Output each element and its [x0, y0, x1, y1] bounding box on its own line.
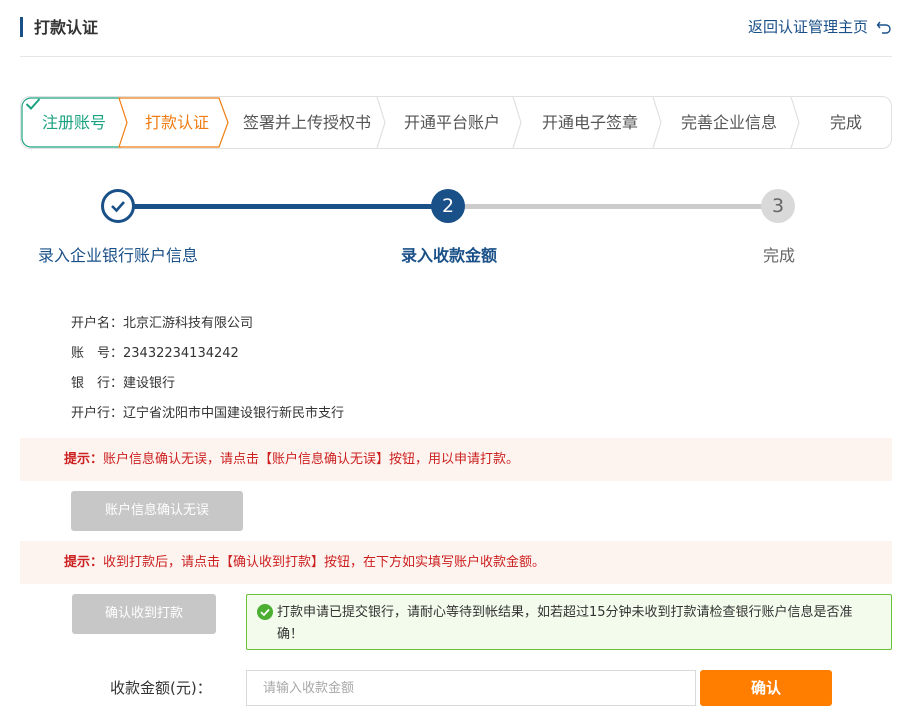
branch-row: 开户行：辽宁省沈阳市中国建设银行新民市支行 — [71, 403, 344, 433]
sub-step-progress: 2 3 录入企业银行账户信息 录入收款金额 完成 — [0, 185, 912, 275]
account-number-row: 账 号：23432234134242 — [71, 343, 344, 373]
page-header: 打款认证 返回认证管理主页 — [20, 0, 892, 57]
progress-line-pending — [448, 204, 778, 209]
branch-value: 辽宁省沈阳市中国建设银行新民市支行 — [123, 406, 345, 421]
progress-line-completed — [118, 204, 448, 209]
check-circle-icon — [257, 604, 273, 620]
confirm-button[interactable]: 确认 — [700, 670, 832, 706]
step-2-label: 录入收款金额 — [401, 246, 498, 265]
check-icon — [111, 201, 125, 213]
tab-register-account[interactable]: 注册账号 — [25, 97, 123, 148]
tab-finish[interactable]: 完成 — [803, 97, 889, 148]
account-name-value: 北京汇游科技有限公司 — [123, 316, 254, 331]
notice-tip-label: 提示： — [64, 555, 104, 570]
tab-open-platform-account[interactable]: 开通平台账户 — [387, 97, 517, 148]
account-info: 开户名：北京汇游科技有限公司 账 号：23432234134242 银 行：建设… — [71, 313, 344, 433]
step-3-label: 完成 — [763, 246, 796, 265]
confirm-account-info-button[interactable]: 账户信息确认无误 — [71, 491, 243, 531]
step-1-marker — [101, 189, 135, 223]
success-message-text: 打款申请已提交银行，请耐心等待到帐结果，如若超过15分钟未收到打款请检查银行账户… — [277, 605, 853, 642]
amount-input[interactable] — [246, 670, 696, 706]
bank-label: 银 行： — [71, 376, 124, 391]
success-message-box: 打款申请已提交银行，请耐心等待到帐结果，如若超过15分钟未收到打款请检查银行账户… — [246, 594, 892, 650]
step-1-label: 录入企业银行账户信息 — [38, 246, 199, 265]
account-number-value: 23432234134242 — [123, 346, 239, 361]
account-number-label: 账 号： — [71, 346, 124, 361]
tab-sign-upload-authorization[interactable]: 签署并上传授权书 — [233, 97, 381, 148]
tab-complete-company-info[interactable]: 完善企业信息 — [663, 97, 795, 148]
undo-arrow-icon — [876, 21, 891, 34]
branch-label: 开户行： — [71, 406, 124, 421]
account-name-label: 开户名： — [71, 316, 124, 331]
title-accent-bar — [20, 17, 23, 37]
bank-value: 建设银行 — [123, 376, 176, 391]
account-name-row: 开户名：北京汇游科技有限公司 — [71, 313, 344, 343]
page-title: 打款认证 — [34, 18, 99, 37]
tab-payment-auth[interactable]: 打款认证 — [133, 97, 221, 148]
tab-open-e-signature[interactable]: 开通电子签章 — [523, 97, 657, 148]
amount-label: 收款金额(元)： — [110, 679, 212, 697]
check-icon — [25, 98, 41, 110]
notice-confirm-received: 提示：收到打款后，请点击【确认收到打款】按钮，在下方如实填写账户收款金额。 — [20, 541, 892, 584]
bank-row: 银 行：建设银行 — [71, 373, 344, 403]
confirm-received-payment-button[interactable]: 确认收到打款 — [72, 594, 216, 634]
back-to-auth-home-link[interactable]: 返回认证管理主页 — [748, 16, 892, 38]
tab-label-register: 注册账号 — [41, 113, 106, 132]
step-3-marker: 3 — [761, 189, 795, 223]
notice-confirm-info: 提示：账户信息确认无误，请点击【账户信息确认无误】按钮，用以申请打款。 — [20, 438, 892, 481]
notice-text: 账户信息确认无误，请点击【账户信息确认无误】按钮，用以申请打款。 — [103, 452, 520, 467]
auth-step-tabs: 注册账号 打款认证 签署并上传授权书 开通平台账户 开通电子签章 完善企业信息 … — [20, 96, 892, 149]
step-2-marker: 2 — [431, 189, 465, 223]
notice-text: 收到打款后，请点击【确认收到打款】按钮，在下方如实填写账户收款金额。 — [103, 555, 546, 570]
notice-tip-label: 提示： — [64, 452, 104, 467]
back-link-label: 返回认证管理主页 — [747, 18, 868, 36]
